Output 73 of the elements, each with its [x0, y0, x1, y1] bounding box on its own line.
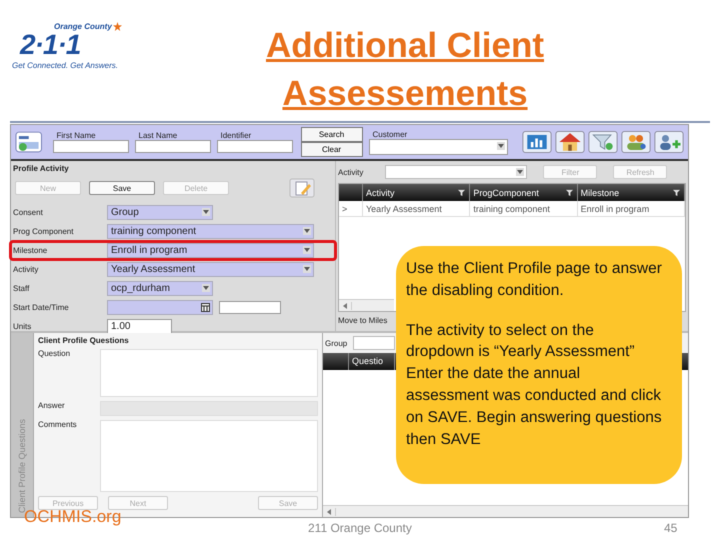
dropdown-arrow-icon [202, 208, 210, 216]
move-label: Move to Miles [338, 316, 388, 324]
action-button[interactable]: Save [89, 181, 155, 195]
filter-icon[interactable] [566, 189, 573, 196]
dropdown-field[interactable]: Group [107, 205, 213, 220]
panel-title: Client Profile Questions [38, 336, 130, 345]
dropdown-field[interactable]: Enroll in program [107, 243, 314, 258]
column-header[interactable]: Milestone [580, 188, 620, 198]
window-icon [15, 130, 42, 154]
time-field[interactable] [219, 301, 281, 314]
field-label: Last Name [138, 131, 178, 140]
field-label: Comments [38, 420, 78, 431]
search-field[interactable] [134, 140, 210, 153]
column-header[interactable]: ProgComponent [473, 188, 539, 198]
search-button[interactable]: Search [300, 127, 362, 142]
table-cell: Yearly Assessment [363, 201, 470, 216]
dropdown-field[interactable]: ocp_rdurham [107, 281, 213, 296]
page-number: 45 [664, 521, 678, 535]
field-label: First Name [56, 131, 97, 140]
field-label: Units [13, 322, 32, 331]
field-label: Identifier [220, 131, 252, 140]
dropdown-arrow-icon [202, 284, 210, 292]
column-header[interactable]: Questio [349, 353, 395, 370]
dropdown-arrow-icon [303, 265, 311, 273]
date-field[interactable] [107, 300, 213, 315]
slide-title: Additional Client Assessements [264, 25, 546, 115]
people-icon[interactable] [621, 130, 651, 154]
dropdown-arrow-icon [497, 142, 505, 150]
filter-icon[interactable] [458, 189, 466, 196]
star-icon [112, 22, 122, 31]
funnel-icon[interactable] [588, 130, 618, 154]
search-field[interactable] [216, 140, 292, 153]
field-label: Consent [13, 208, 44, 217]
column-header[interactable]: Activity [366, 188, 395, 198]
panel-title: Profile Activity [13, 164, 70, 173]
table-cell: Enroll in program [578, 201, 685, 216]
field-label: Activity [338, 168, 364, 176]
dropdown-field[interactable]: training component [107, 224, 314, 239]
units-field[interactable]: 1.00 [107, 319, 172, 334]
filter-icon[interactable] [672, 189, 680, 196]
dropdown-arrow-icon [516, 168, 524, 176]
field-label: Activity [13, 265, 40, 274]
table-cell: training component [470, 201, 578, 216]
add-person-icon[interactable] [654, 130, 684, 154]
field-label: Question [38, 349, 72, 360]
field-label: Start Date/Time [13, 303, 70, 312]
logo-number: 2·1·1 [20, 31, 80, 59]
edit-icon[interactable] [289, 178, 315, 198]
dropdown-arrow-icon [303, 246, 311, 254]
activity-dropdown[interactable] [385, 165, 528, 179]
search-field[interactable] [52, 140, 128, 153]
scrollbar[interactable] [323, 505, 688, 517]
group-field[interactable] [353, 336, 396, 350]
home-icon[interactable] [555, 130, 585, 154]
scrollbar[interactable] [339, 299, 394, 311]
field-label: Milestone [13, 246, 48, 255]
callout-text: Enter the date the annual assessment was conducted and click on SAVE. Begin answering questions then SAVE [406, 364, 662, 450]
clear-button[interactable]: Clear [300, 142, 362, 157]
calendar-icon[interactable] [201, 303, 210, 312]
field-label: Staff [13, 284, 30, 293]
chart-icon[interactable] [522, 130, 552, 154]
logo-region: Orange County [54, 22, 112, 31]
logo-tagline: Get Connected. Get Answers. [12, 61, 118, 70]
footer-text: 211 Orange County [308, 521, 412, 535]
field-label: Customer [372, 130, 408, 138]
field-label: Group [325, 338, 348, 348]
callout-text: The activity to select on the dropdown is “Yearly Assessment” [406, 320, 636, 362]
callout-text: Use the Client Profile page to answer the disabling condition. [406, 259, 662, 301]
field-label: Answer [38, 401, 66, 412]
dropdown-arrow-icon [303, 227, 311, 235]
field-label: Prog Component [13, 227, 74, 236]
customer-dropdown[interactable] [368, 138, 508, 154]
dropdown-field[interactable]: Yearly Assessment [107, 262, 314, 277]
